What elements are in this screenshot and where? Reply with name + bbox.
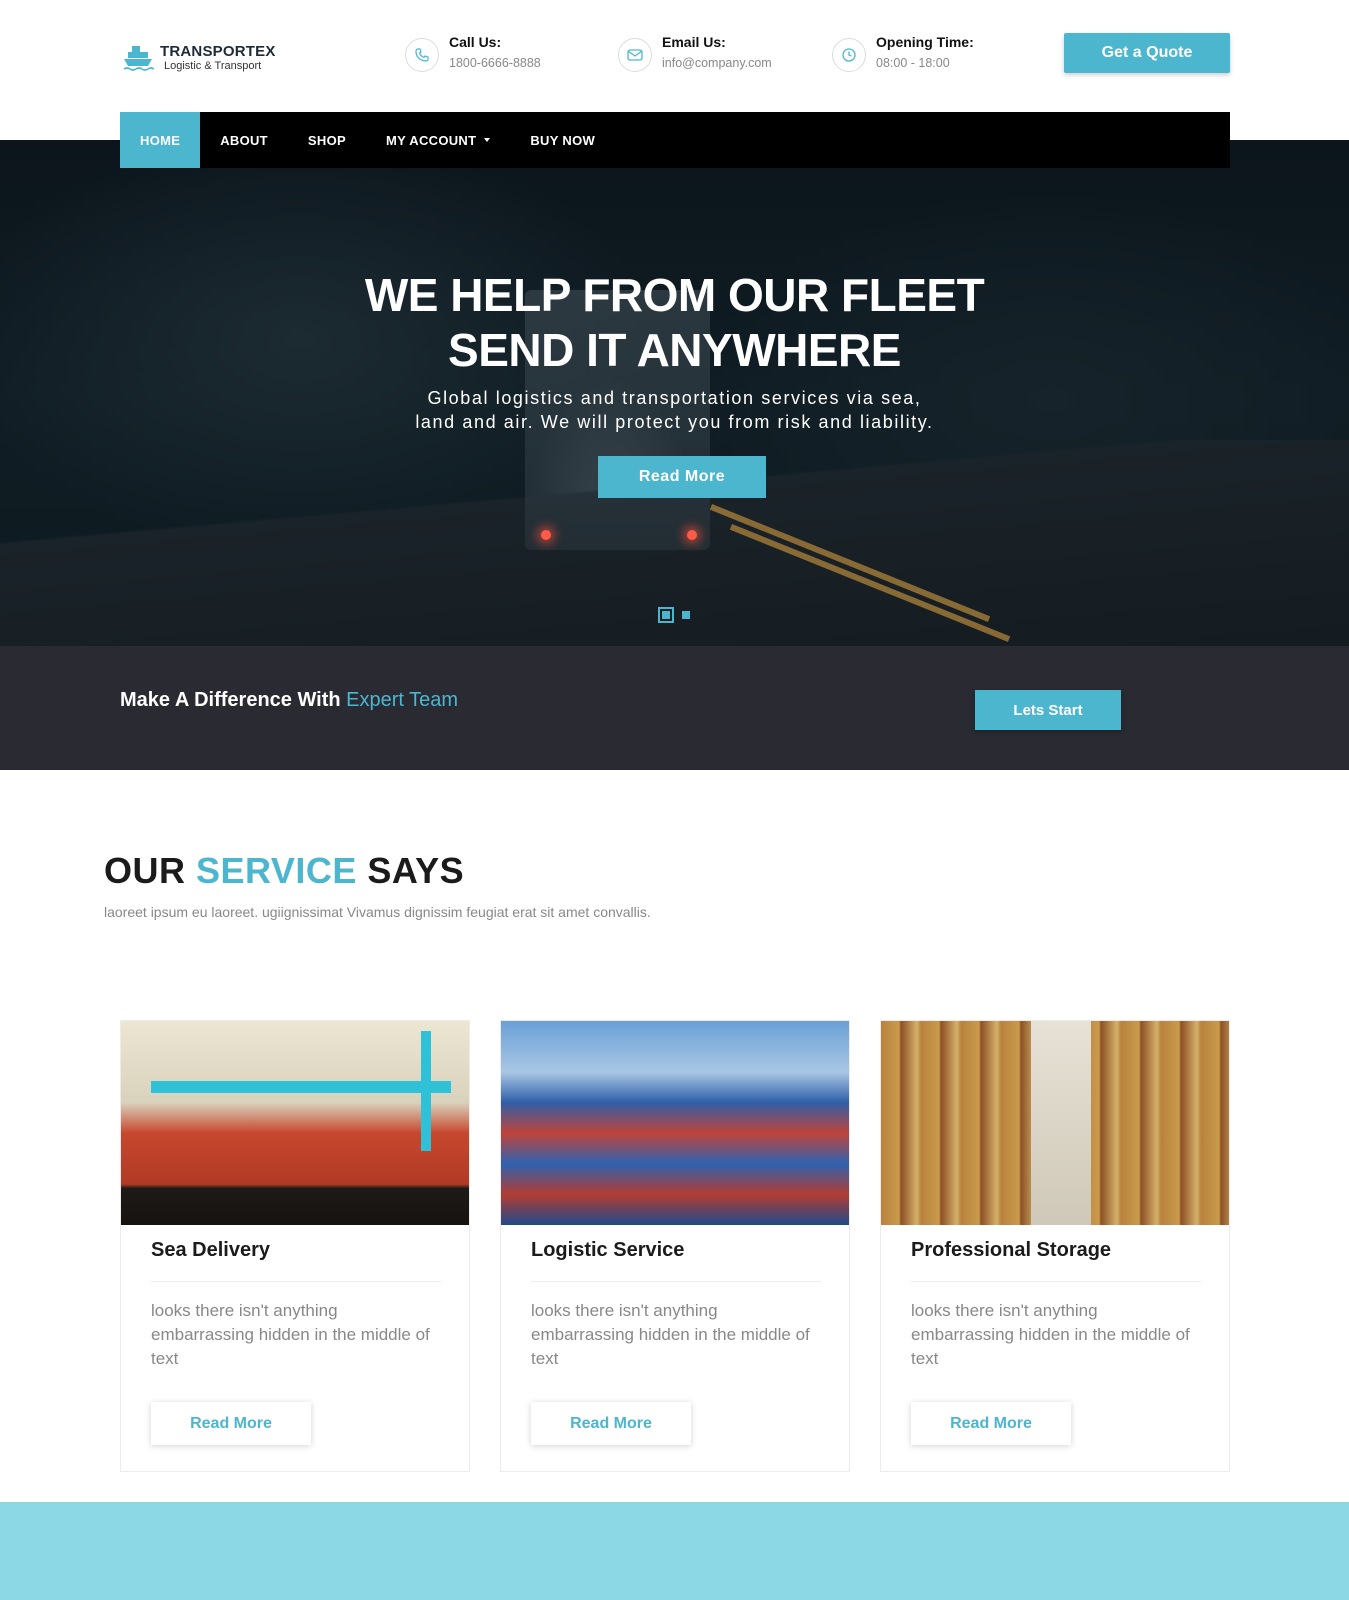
card-title: Professional Storage (911, 1239, 1112, 1261)
contact-title: Call Us: (449, 34, 502, 50)
hero-read-more-button[interactable]: Read More (598, 456, 766, 498)
contact-title: Email Us: (662, 34, 726, 50)
bottom-section (0, 1502, 1349, 1600)
heading-part: SAYS (356, 850, 465, 891)
caret-down-icon (484, 138, 491, 142)
divider (151, 1281, 441, 1282)
contact-hours: Opening Time: 08:00 - 18:00 (832, 34, 974, 72)
card-image-containers (501, 1021, 849, 1225)
card-text: looks there isn't anything embarrassing … (531, 1301, 810, 1368)
hero-subtitle-line: land and air. We will protect you from r… (415, 412, 934, 432)
card-text: looks there isn't anything embarrassing … (911, 1301, 1190, 1368)
brand-tagline: Logistic & Transport (164, 60, 262, 73)
nav-item-shop[interactable]: SHOP (288, 112, 366, 168)
cta-band: Make A Difference With Expert Team Lets … (0, 646, 1349, 770)
services-subtitle: laoreet ipsum eu laoreet. ugiignissimat … (104, 904, 651, 920)
nav-item-my-account[interactable]: MY ACCOUNT (366, 112, 510, 168)
phone-icon (405, 38, 439, 72)
truck-headlight (541, 530, 551, 540)
main-nav: HOME ABOUT SHOP MY ACCOUNT BUY NOW (120, 112, 1230, 168)
clock-icon (832, 38, 866, 72)
crane-beam (151, 1081, 451, 1093)
nav-label: HOME (140, 132, 181, 148)
envelope-icon (618, 38, 652, 72)
service-card-sea-delivery: Sea Delivery looks there isn't anything … (120, 1020, 470, 1472)
lets-start-button[interactable]: Lets Start (975, 690, 1121, 730)
read-more-button[interactable]: Read More (911, 1402, 1071, 1445)
hero-title-line: WE HELP FROM OUR FLEET (364, 269, 985, 321)
contact-value: info@company.com (662, 56, 772, 70)
hero-subtitle-line: Global logistics and transportation serv… (427, 388, 922, 408)
divider (531, 1281, 821, 1282)
hero-title: WE HELP FROM OUR FLEET SEND IT ANYWHERE (0, 268, 1349, 378)
card-image-warehouse (881, 1021, 1229, 1225)
heading-part: OUR (104, 850, 196, 891)
contact-value: 08:00 - 18:00 (876, 56, 950, 70)
cta-text: Make A Difference With Expert Team (120, 689, 458, 712)
service-card-storage: Professional Storage looks there isn't a… (880, 1020, 1230, 1472)
read-more-button[interactable]: Read More (531, 1402, 691, 1445)
contact-phone: Call Us: 1800-6666-8888 (405, 34, 541, 72)
hero-subtitle: Global logistics and transportation serv… (0, 386, 1349, 434)
contact-email: Email Us: info@company.com (618, 34, 772, 72)
cta-text-prefix: Make A Difference With (120, 689, 347, 711)
slider-dot-active[interactable] (658, 607, 674, 623)
brand-logo[interactable]: TRANSPORTEX Logistic & Transport (122, 42, 276, 74)
truck-headlight (687, 530, 697, 540)
hero-title-line: SEND IT ANYWHERE (448, 324, 901, 376)
card-title: Logistic Service (531, 1239, 685, 1261)
cta-text-highlight: Expert Team (346, 689, 459, 711)
read-more-button[interactable]: Read More (151, 1402, 311, 1445)
brand-name: TRANSPORTEX (160, 42, 276, 60)
service-card-logistic: Logistic Service looks there isn't anyth… (500, 1020, 850, 1472)
hero-slider: WE HELP FROM OUR FLEET SEND IT ANYWHERE … (0, 140, 1349, 646)
nav-item-about[interactable]: ABOUT (200, 112, 288, 168)
get-quote-button[interactable]: Get a Quote (1064, 33, 1230, 73)
divider (911, 1281, 1201, 1282)
contact-title: Opening Time: (876, 34, 974, 50)
card-title: Sea Delivery (151, 1239, 270, 1261)
nav-label: MY ACCOUNT (385, 132, 477, 148)
slider-dots (658, 607, 690, 623)
crane-post (421, 1031, 431, 1151)
heading-highlight: SERVICE (196, 850, 357, 891)
ship-logo-icon (123, 46, 154, 71)
nav-item-buy-now[interactable]: BUY NOW (510, 112, 615, 168)
slider-dot[interactable] (682, 611, 690, 619)
nav-item-home[interactable]: HOME (120, 112, 201, 168)
nav-label: BUY NOW (530, 132, 596, 148)
card-text: looks there isn't anything embarrassing … (151, 1301, 430, 1368)
services-heading: OUR SERVICE SAYS (104, 850, 464, 892)
contact-value: 1800-6666-8888 (449, 56, 541, 70)
nav-label: ABOUT (220, 132, 268, 148)
card-image-port-cranes (121, 1021, 469, 1225)
nav-label: SHOP (307, 132, 346, 148)
